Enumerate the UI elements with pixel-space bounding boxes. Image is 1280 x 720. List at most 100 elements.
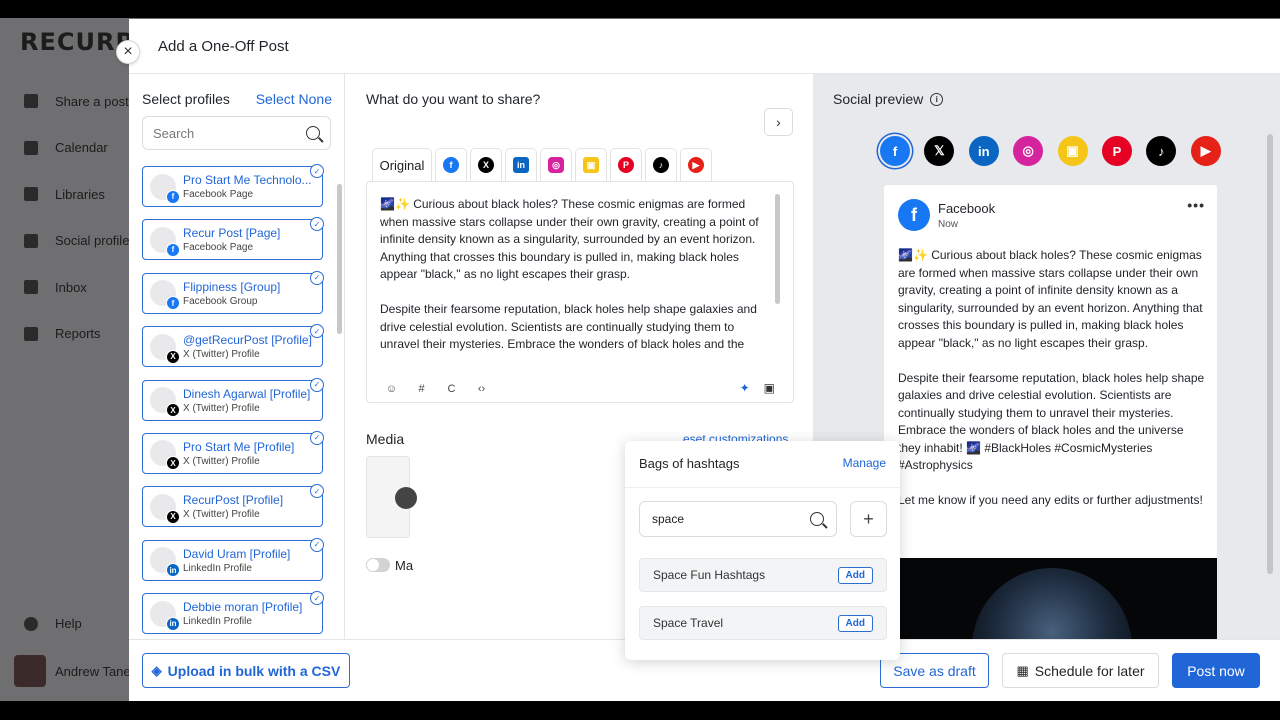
profile-item[interactable]: in David Uram [Profile] LinkedIn Profile ✓ (142, 537, 324, 581)
inbox-icon (24, 280, 38, 295)
post-editor[interactable]: 🌌✨ Curious about black holes? These cosm… (366, 181, 794, 403)
preview-pinterest-icon[interactable]: P (1101, 136, 1132, 166)
earth-image (972, 568, 1132, 639)
schedule-later-button[interactable]: ▦ Schedule for later (1002, 653, 1159, 688)
post-text[interactable]: 🌌✨ Curious about black holes? These cosm… (380, 196, 775, 354)
close-icon[interactable]: × (116, 40, 140, 64)
preview-image (884, 558, 1217, 639)
select-none-link[interactable]: Select None (256, 91, 332, 107)
tab-original[interactable]: Original (372, 148, 432, 181)
preview-google-business-icon[interactable]: ▣ (1057, 136, 1088, 166)
manage-link[interactable]: Manage (843, 456, 886, 470)
media-label: Media (366, 431, 405, 447)
tab-youtube[interactable]: ▶ (680, 148, 712, 181)
preview-scrollbar[interactable] (1267, 134, 1273, 574)
ai-sparkle-icon[interactable]: ✦ (740, 381, 750, 395)
preview-tiktok-icon[interactable]: ♪ (1146, 136, 1177, 166)
compose-panel: What do you want to share? › Original f … (346, 74, 900, 660)
tab-instagram[interactable]: ◎ (540, 148, 572, 181)
calendar-icon (24, 140, 38, 155)
profile-name: Flippiness [Group] (183, 279, 281, 294)
profile-item[interactable]: f Pro Start Me Technolo... Facebook Page ✓ (142, 164, 324, 207)
modal-body: Select profiles Select None Search f Pro … (129, 74, 1280, 660)
profile-name: David Uram [Profile] (183, 546, 291, 561)
compose-title: What do you want to share? (366, 91, 541, 107)
search-icon (306, 126, 320, 140)
profile-item[interactable]: X Dinesh Agarwal [Profile] X (Twitter) Pro… (142, 377, 324, 421)
add-bag-button[interactable]: + (850, 501, 887, 537)
profile-name: @getRecurPost [Profile] (183, 333, 312, 348)
nav-calendar: Calendar (0, 125, 130, 172)
tab-google-business[interactable]: ▣ (575, 148, 607, 181)
hashtag-search-input[interactable]: space (639, 501, 837, 537)
tab-facebook[interactable]: f (435, 148, 467, 181)
editor-scrollbar[interactable] (775, 194, 780, 304)
nav-share-post: Share a post (0, 78, 130, 125)
preview-linkedin-icon[interactable]: in (968, 136, 999, 166)
profile-item[interactable]: X Pro Start Me [Profile] X (Twitter) Profi… (142, 430, 324, 474)
avatar: X (150, 333, 180, 364)
profile-text: @getRecurPost [Profile] X (Twitter) Profi… (183, 333, 322, 360)
add-bag-item-button[interactable]: Add (837, 566, 873, 584)
media-thumbnail[interactable] (366, 456, 417, 538)
profile-item[interactable]: f Recur Post [Page] Facebook Page ✓ (142, 217, 324, 261)
add-bag-item-button[interactable]: Add (837, 614, 873, 632)
tab-linkedin[interactable]: in (505, 148, 537, 181)
upload-csv-button[interactable]: ◈ Upload in bulk with a CSV (142, 653, 350, 688)
preview-x-icon[interactable]: 𝕏 (924, 136, 955, 166)
bag-name: Space Travel (653, 616, 724, 630)
next-arrow-button[interactable]: › (764, 108, 793, 136)
nav-libraries: Libraries (0, 171, 130, 218)
facebook-icon: f (443, 157, 459, 173)
image-icon[interactable]: ▣ (764, 381, 775, 395)
avatar: f (150, 226, 180, 257)
linkedin-icon: in (513, 157, 529, 173)
profile-text: Debbie moran [Profile] LinkedIn Profile (183, 600, 322, 627)
toggle-switch[interactable] (366, 558, 390, 572)
preview-text: 🌌✨ Curious about black holes? These cosm… (898, 248, 1205, 507)
avatar: X (150, 493, 180, 524)
preview-instagram-icon[interactable]: ◎ (1013, 136, 1044, 166)
help-icon (24, 616, 38, 631)
code-icon[interactable]: ‹› (475, 382, 488, 395)
preview-youtube-icon[interactable]: ▶ (1190, 136, 1221, 166)
check-icon: ✓ (310, 270, 324, 285)
profile-type: X (Twitter) Profile (183, 509, 260, 521)
profile-text: David Uram [Profile] LinkedIn Profile (183, 547, 322, 574)
screen: RECURR Share a post Calendar Libraries S… (0, 18, 1280, 701)
user-icon (24, 233, 38, 248)
profiles-scrollbar[interactable] (337, 184, 342, 334)
profile-search-input[interactable]: Search (142, 116, 331, 150)
modal-title: Add a One-Off Post (158, 37, 289, 55)
preview-facebook-icon[interactable]: f (880, 136, 910, 166)
tab-tiktok[interactable]: ♪ (645, 148, 677, 181)
profile-name: Recur Post [Page] (183, 226, 281, 241)
avatar: X (150, 440, 180, 471)
profile-item[interactable]: X @getRecurPost [Profile] X (Twitter) Prof… (142, 324, 324, 368)
tab-x[interactable]: X (470, 148, 502, 181)
preview-network-selector: f 𝕏in ◎ ▣ P ♪ ▶ (880, 136, 1235, 166)
profile-type: X (Twitter) Profile (183, 402, 260, 414)
profile-item[interactable]: f Flippiness [Group] Facebook Group ✓ (142, 270, 324, 314)
post-time: Now (938, 218, 959, 230)
facebook-logo-icon: f (898, 199, 930, 231)
emoji-icon[interactable]: ☺ (385, 382, 398, 395)
spintax-icon[interactable]: C (445, 382, 458, 395)
google-business-icon: ▣ (583, 157, 599, 173)
modal-header: Add a One-Off Post (129, 19, 1280, 74)
profile-item[interactable]: in Debbie moran [Profile] LinkedIn Profile… (142, 591, 324, 635)
card-header: f Facebook Now (898, 199, 995, 231)
add-post-modal: Add a One-Off Post Select profiles Selec… (129, 19, 1280, 701)
profile-item[interactable]: X RecurPost [Profile] X (Twitter) Profile ✓ (142, 484, 324, 528)
instagram-icon: ◎ (548, 157, 564, 173)
profile-name: Debbie moran [Profile] (183, 600, 303, 615)
tab-pinterest[interactable]: P (610, 148, 642, 181)
post-now-button[interactable]: Post now (1172, 653, 1260, 688)
hashtag-icon[interactable]: # (415, 382, 428, 395)
info-icon[interactable]: i (930, 92, 944, 106)
x-icon: X (166, 349, 180, 364)
send-icon (24, 94, 38, 109)
x-icon: X (166, 509, 180, 524)
profile-text: Flippiness [Group] Facebook Group (183, 280, 322, 307)
more-options-icon[interactable]: ••• (1187, 197, 1205, 213)
